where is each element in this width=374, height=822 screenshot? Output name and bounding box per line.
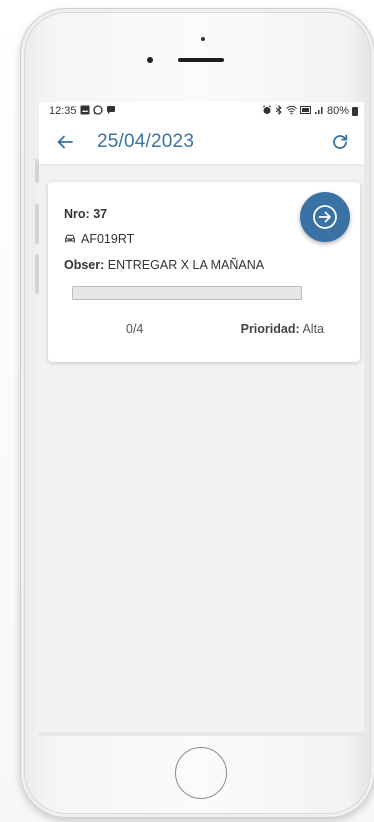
status-left: 12:35 (49, 105, 116, 117)
car-icon (65, 234, 75, 243)
order-number-value: 37 (93, 207, 108, 221)
vehicle-row: AF019RT (64, 232, 134, 246)
order-card[interactable]: Nro: 37 AF019RT Obser: ENTREGAR X LA MAÑ… (48, 182, 360, 362)
arrow-left-icon (57, 135, 73, 149)
battery-level: 80% (326, 105, 349, 117)
volte-icon (299, 105, 311, 117)
priority-value: Alta (302, 322, 324, 336)
back-button[interactable] (53, 130, 77, 154)
order-number: Nro: 37 (64, 207, 107, 221)
order-number-label: Nro: (64, 207, 90, 221)
proximity-sensor (201, 37, 205, 41)
refresh-icon (333, 134, 348, 149)
progress-bar (72, 286, 302, 300)
refresh-button[interactable] (328, 130, 352, 154)
priority-label: Prioridad: (240, 322, 300, 336)
screen-bottom-edge (39, 732, 364, 736)
vehicle-plate: AF019RT (81, 232, 135, 246)
priority: Prioridad: Alta (241, 322, 324, 336)
alarm-icon (262, 105, 272, 117)
status-right: 80% (262, 104, 358, 117)
status-bar: 12:35 80% (39, 102, 364, 120)
status-time: 12:35 (49, 105, 77, 117)
arrow-right-circle-icon (313, 205, 337, 229)
bluetooth-icon (275, 104, 283, 117)
whatsapp-icon (92, 105, 103, 117)
wifi-icon (286, 105, 297, 117)
app-header: 25/04/2023 (39, 120, 364, 164)
observation-label: Obser: (64, 258, 105, 272)
phone-screen: 12:35 80% 25/04/2023 Nro: 37 AF019RT Obs… (39, 102, 364, 736)
observation-value: ENTREGAR X LA MAÑANA (107, 258, 265, 272)
observation: Obser: ENTREGAR X LA MAÑANA (64, 258, 264, 272)
battery-icon (352, 106, 358, 116)
stage: 12:35 80% 25/04/2023 Nro: 37 AF019RT Obs… (0, 0, 374, 822)
progress-count: 0/4 (126, 322, 144, 336)
front-camera (147, 57, 153, 63)
home-button[interactable] (175, 747, 227, 799)
chat-icon (106, 105, 116, 117)
open-order-button[interactable] (300, 192, 350, 242)
signal-icon (314, 105, 324, 117)
page-title: 25/04/2023 (97, 131, 195, 152)
gallery-icon (80, 105, 90, 117)
earpiece-speaker (178, 58, 224, 62)
